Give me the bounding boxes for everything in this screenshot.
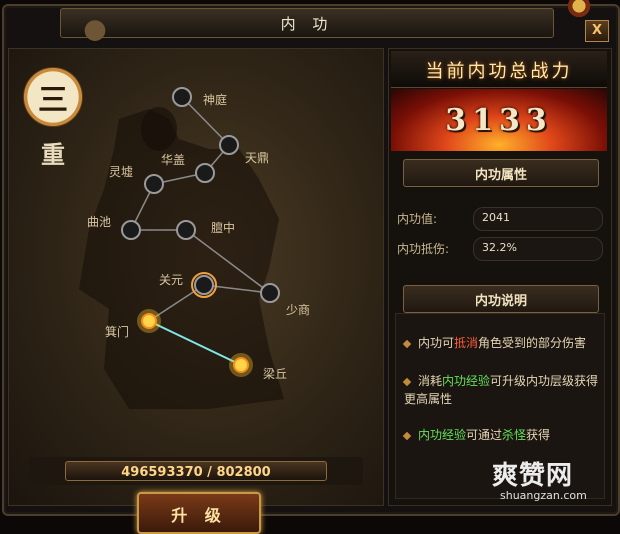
node-label-lingxu: 灵墟	[109, 165, 134, 179]
upgrade-button[interactable]: 升 级	[137, 492, 261, 534]
power-display: 3133	[391, 89, 607, 151]
meridian-node[interactable]	[195, 163, 215, 183]
desc-highlight: 抵消	[454, 336, 479, 350]
node-label-quchi: 曲池	[87, 215, 112, 229]
active-link	[148, 320, 242, 366]
desc-text: 可通过	[466, 428, 503, 442]
desc-text: 消耗	[418, 374, 443, 388]
node-label-shenting: 神庭	[203, 93, 228, 107]
attribute-value-box: 2041	[473, 207, 603, 231]
node-label-jimen: 箕门	[105, 325, 130, 339]
attributes-heading: 内功属性	[403, 159, 599, 187]
experience-track: 496593370 / 802800	[65, 461, 327, 481]
meridian-node[interactable]	[121, 220, 141, 240]
attribute-row: 内功抵伤: 32.2%	[397, 237, 603, 261]
description-heading: 内功说明	[403, 285, 599, 313]
attribute-value-box: 32.2%	[473, 237, 603, 261]
node-label-huagai: 华盖	[161, 153, 186, 167]
node-label-guanyuan: 关元	[159, 273, 184, 287]
watermark-logo: 爽赞网	[492, 461, 574, 491]
meridian-node[interactable]	[191, 272, 217, 298]
meridian-node[interactable]	[260, 283, 280, 303]
title-bar: 内 功	[60, 8, 554, 45]
bullet-icon	[402, 339, 412, 348]
node-orb	[219, 135, 239, 155]
meridian-panel: 三 重 神庭 天鼎 华盖 灵墟 曲池 膻中 少商 关元 箕门 梁丘 496593…	[8, 48, 384, 534]
node-orb	[233, 357, 249, 373]
node-label-danzhong: 膻中	[211, 221, 236, 235]
description-item: 内功可抵消角色受到的部分伤害	[402, 334, 600, 352]
meridian-node[interactable]	[176, 220, 196, 240]
desc-text: 角色受到的部分伤害	[478, 336, 587, 350]
desc-highlight: 内功经验	[442, 374, 491, 388]
power-label: 当前内功总战力	[425, 61, 573, 82]
meridian-node[interactable]	[219, 135, 239, 155]
node-label-tianding: 天鼎	[245, 151, 270, 165]
node-orb	[176, 220, 196, 240]
description-item: 消耗内功经验可升级内功层级获得更高属性	[402, 372, 600, 408]
corner-gem-icon	[565, 0, 593, 18]
site-watermark: 爽赞网 shuangzan.com	[492, 455, 612, 505]
experience-text: 496593370 / 802800	[121, 465, 271, 480]
attribute-value: 2041	[482, 211, 510, 224]
attribute-label: 内功抵伤:	[397, 242, 450, 256]
desc-highlight: 杀怪	[502, 428, 527, 442]
node-label-liangqiu: 梁丘	[263, 367, 288, 381]
close-button[interactable]: X	[585, 20, 609, 42]
description-heading-text: 内功说明	[474, 294, 527, 309]
node-orb	[144, 174, 164, 194]
stats-panel: 当前内功总战力 3133 内功属性 内功值: 2041 内功抵伤: 32.2% …	[388, 48, 612, 506]
desc-text: 内功可	[418, 336, 455, 350]
attribute-label: 内功值:	[397, 212, 438, 226]
attribute-value: 32.2%	[482, 241, 517, 254]
meridian-node[interactable]	[229, 353, 253, 377]
bullet-icon	[402, 377, 412, 386]
attributes-heading-text: 内功属性	[474, 168, 527, 183]
meridian-node[interactable]	[137, 309, 161, 333]
node-orb	[195, 163, 215, 183]
node-orb	[260, 283, 280, 303]
description-item: 内功经验可通过杀怪获得	[402, 426, 600, 444]
attribute-row: 内功值: 2041	[397, 207, 603, 231]
node-orb	[194, 275, 214, 295]
desc-highlight: 内功经验	[418, 428, 467, 442]
meridian-node[interactable]	[172, 87, 192, 107]
node-orb	[121, 220, 141, 240]
power-header: 当前内功总战力	[391, 51, 607, 88]
meridian-node[interactable]	[144, 174, 164, 194]
meridian-map	[121, 87, 280, 377]
upgrade-label: 升 级	[171, 506, 227, 525]
node-label-shaoshang: 少商	[286, 303, 311, 317]
bullet-icon	[402, 431, 412, 440]
power-value: 3133	[445, 103, 553, 138]
desc-text: 获得	[526, 428, 551, 442]
window-title: 内 功	[280, 15, 334, 33]
experience-bar: 496593370 / 802800	[29, 457, 363, 485]
watermark-url: shuangzan.com	[500, 489, 587, 502]
node-orb	[172, 87, 192, 107]
node-orb	[141, 313, 157, 329]
